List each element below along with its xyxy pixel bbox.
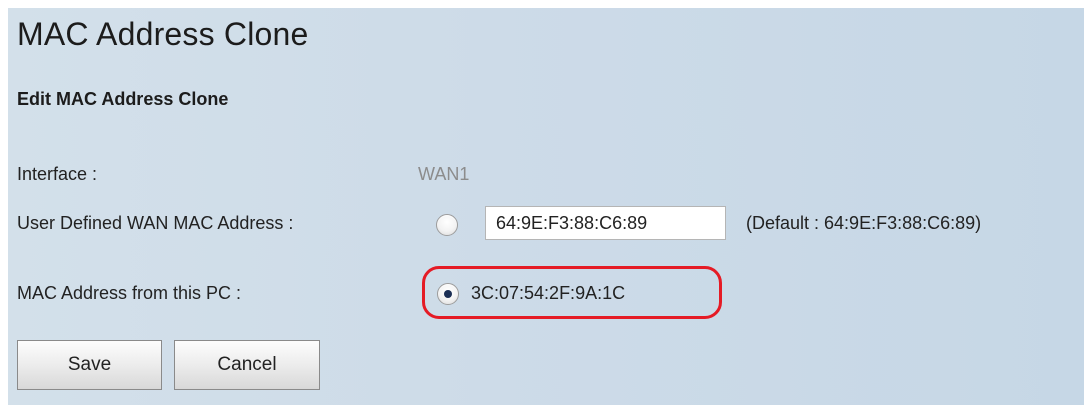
cancel-button[interactable]: Cancel <box>174 340 320 390</box>
red-highlight-annotation <box>422 266 722 319</box>
user-defined-mac-input[interactable] <box>485 206 726 240</box>
user-defined-mac-radio[interactable] <box>436 214 458 236</box>
pc-mac-label: MAC Address from this PC : <box>17 283 242 303</box>
section-subtitle: Edit MAC Address Clone <box>17 89 229 109</box>
default-mac-note: (Default : 64:9E:F3:88:C6:89) <box>746 213 982 233</box>
page-title: MAC Address Clone <box>17 16 309 52</box>
interface-label: Interface : <box>17 164 98 184</box>
save-button[interactable]: Save <box>17 340 162 390</box>
interface-value: WAN1 <box>418 164 470 184</box>
user-defined-mac-label: User Defined WAN MAC Address : <box>17 213 294 233</box>
